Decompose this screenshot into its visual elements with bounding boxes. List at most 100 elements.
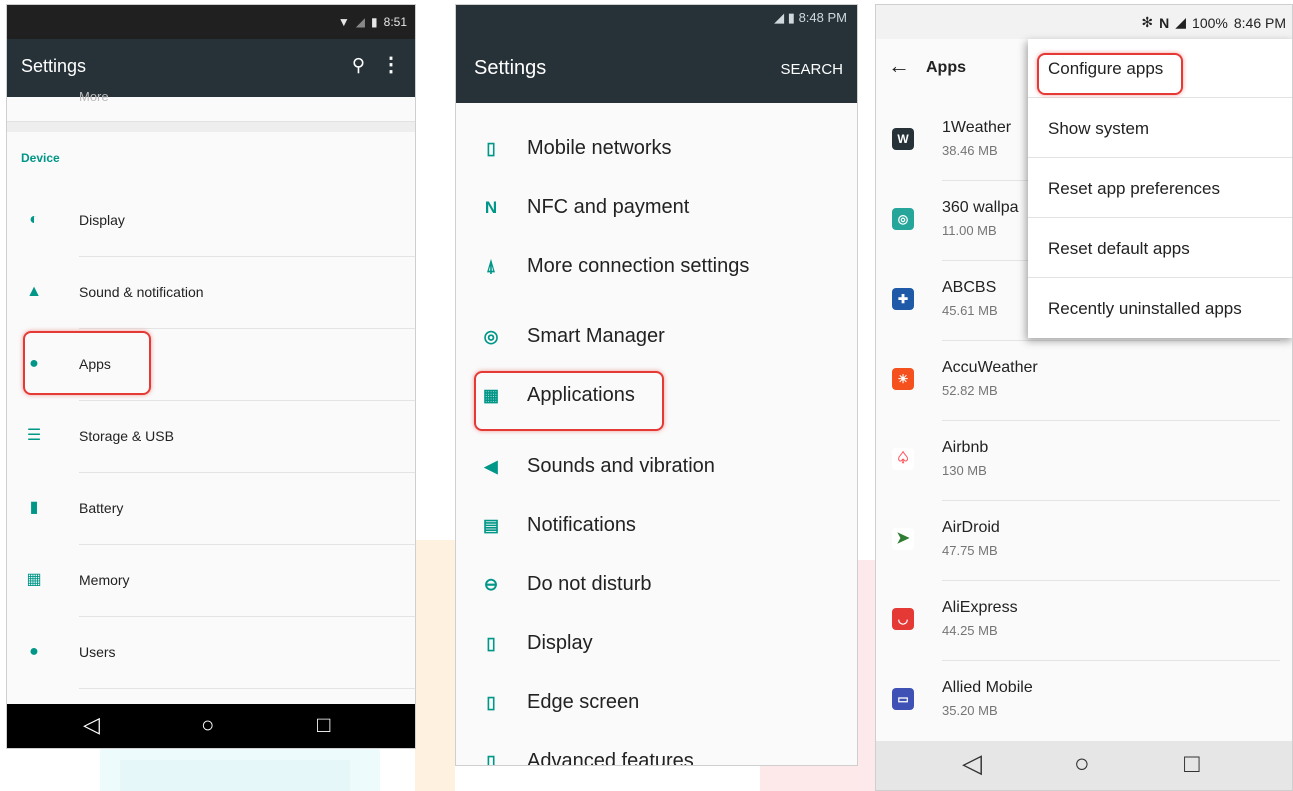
do-not-disturb-icon: ⊖ bbox=[483, 575, 499, 594]
app-list-item[interactable]: ♤ Airbnb 130 MB bbox=[876, 421, 1292, 501]
status-time: 8:46 PM bbox=[1233, 14, 1286, 31]
status-time: 8:48 PM bbox=[798, 10, 847, 25]
settings-item-label: Display bbox=[79, 212, 125, 228]
menu-item-show-system[interactable]: Show system bbox=[1028, 99, 1292, 158]
app-list-item[interactable]: ☀ AccuWeather 52.82 MB bbox=[876, 341, 1292, 421]
smart-manager-icon: ◎ bbox=[483, 327, 499, 346]
app-list-item[interactable]: ◡ AliExpress 44.25 MB bbox=[876, 581, 1292, 661]
app-list-item[interactable]: ▭ Allied Mobile 35.20 MB bbox=[876, 661, 1292, 741]
app-size: 47.75 MB bbox=[942, 543, 998, 558]
app-size: 52.82 MB bbox=[942, 383, 998, 398]
settings-item-label: Display bbox=[527, 632, 593, 654]
settings-item-display[interactable]: ▯ Display bbox=[456, 615, 857, 674]
signal-icon: ◢ bbox=[1175, 14, 1187, 30]
partial-list-item[interactable]: More bbox=[79, 89, 109, 104]
app-size: 45.61 MB bbox=[942, 303, 998, 318]
app-icon: ▭ bbox=[892, 688, 914, 710]
background-shape bbox=[415, 540, 455, 791]
settings-item-label: Apps bbox=[79, 356, 111, 372]
recents-nav-icon[interactable]: □ bbox=[1184, 750, 1200, 776]
phone-screenshot-2: ◢ ▮ 8:48 PM Settings SEARCH ▯ Mobile net… bbox=[455, 4, 858, 766]
display-icon: ▯ bbox=[486, 634, 496, 653]
menu-item-label: Reset app preferences bbox=[1048, 179, 1220, 198]
android-icon: ● bbox=[29, 355, 39, 372]
app-size: 130 MB bbox=[942, 463, 987, 478]
settings-item-label: Users bbox=[79, 644, 116, 660]
settings-item-users[interactable]: ● Users bbox=[7, 617, 415, 689]
menu-item-label: Show system bbox=[1048, 119, 1150, 138]
app-name: AccuWeather bbox=[942, 359, 1038, 376]
recents-nav-icon[interactable]: □ bbox=[317, 713, 330, 737]
apps-grid-icon: ▦ bbox=[482, 386, 500, 405]
settings-item-more-connection[interactable]: ⍋ More connection settings bbox=[456, 238, 857, 297]
menu-item-label: Reset default apps bbox=[1048, 239, 1190, 258]
back-nav-icon[interactable]: ◁ bbox=[962, 750, 982, 776]
toolbar: Settings ⚲ ⋮ bbox=[7, 39, 415, 97]
app-size: 11.00 MB bbox=[942, 223, 997, 238]
app-size: 35.20 MB bbox=[942, 703, 998, 718]
user-icon: ● bbox=[29, 643, 39, 660]
wifi-icon: ▼ bbox=[337, 15, 350, 29]
menu-divider bbox=[1028, 277, 1292, 278]
menu-item-recently-uninstalled[interactable]: Recently uninstalled apps bbox=[1028, 279, 1292, 338]
menu-item-reset-app-preferences[interactable]: Reset app preferences bbox=[1028, 159, 1292, 218]
settings-item-memory[interactable]: ▦ Memory bbox=[7, 545, 415, 617]
signal-icon: ◢ bbox=[355, 15, 366, 29]
display-icon: ◐ bbox=[29, 211, 39, 228]
back-arrow-icon[interactable]: ← bbox=[888, 53, 910, 79]
settings-item-nfc-payment[interactable]: N NFC and payment bbox=[456, 179, 857, 238]
settings-item-label: Battery bbox=[79, 500, 124, 516]
search-icon[interactable]: ⚲ bbox=[352, 55, 365, 76]
app-icon: W bbox=[892, 128, 914, 150]
settings-item-apps[interactable]: ● Apps bbox=[7, 329, 415, 401]
home-nav-icon[interactable]: ○ bbox=[1074, 750, 1090, 776]
memory-icon: ▦ bbox=[26, 571, 42, 588]
app-icon: ♤ bbox=[892, 448, 914, 470]
settings-item-display[interactable]: ◐ Display bbox=[7, 185, 415, 257]
page-title: Apps bbox=[926, 59, 966, 76]
settings-item-battery[interactable]: ▮ Battery bbox=[7, 473, 415, 545]
settings-item-storage-usb[interactable]: ☰ Storage & USB bbox=[7, 401, 415, 473]
app-name: ABCBS bbox=[942, 279, 997, 296]
search-button[interactable]: SEARCH bbox=[780, 61, 843, 78]
menu-item-label: Configure apps bbox=[1048, 59, 1164, 78]
menu-item-configure-apps[interactable]: Configure apps bbox=[1028, 39, 1292, 98]
settings-item-label: Memory bbox=[79, 572, 130, 588]
settings-item-label: Edge screen bbox=[527, 691, 640, 713]
settings-item-applications[interactable]: ▦ Applications bbox=[456, 367, 857, 426]
back-nav-icon[interactable]: ◁ bbox=[83, 713, 100, 737]
status-bar: ▼ ◢ ▮ 8:51 bbox=[7, 5, 415, 39]
settings-item-edge-screen[interactable]: ▯ Edge screen bbox=[456, 674, 857, 733]
battery-icon: ▮ bbox=[29, 499, 39, 516]
settings-item-label: Sounds and vibration bbox=[527, 455, 715, 477]
nfc-icon: N bbox=[484, 198, 498, 217]
app-size: 44.25 MB bbox=[942, 623, 998, 638]
page-title: Settings bbox=[21, 56, 87, 76]
app-list-item[interactable]: ➤ AirDroid 47.75 MB bbox=[876, 501, 1292, 581]
settings-item-smart-manager[interactable]: ◎ Smart Manager bbox=[456, 308, 857, 367]
settings-item-advanced-features[interactable]: ▯ Advanced features bbox=[456, 733, 857, 765]
settings-item-label: Smart Manager bbox=[527, 325, 665, 347]
phone-screenshot-3: ✻ N ◢ 100% 8:46 PM ← Apps W 1Weather 38.… bbox=[875, 4, 1293, 791]
settings-item-do-not-disturb[interactable]: ⊖ Do not disturb bbox=[456, 556, 857, 615]
app-name: 360 wallpa bbox=[942, 199, 1019, 216]
app-icon: ◡ bbox=[892, 608, 914, 630]
mobile-network-icon: ▯ bbox=[486, 139, 496, 158]
settings-item-mobile-networks[interactable]: ▯ Mobile networks bbox=[456, 120, 857, 179]
section-header-device: Device bbox=[21, 151, 60, 165]
menu-divider bbox=[1028, 157, 1292, 158]
settings-item-sound-notification[interactable]: ▲ Sound & notification bbox=[7, 257, 415, 329]
menu-item-reset-default-apps[interactable]: Reset default apps bbox=[1028, 219, 1292, 278]
settings-item-notifications[interactable]: ▤ Notifications bbox=[456, 497, 857, 556]
app-name: 1Weather bbox=[942, 119, 1012, 136]
settings-item-sounds-vibration[interactable]: ◀ Sounds and vibration bbox=[456, 438, 857, 497]
more-options-icon[interactable]: ⋮ bbox=[381, 52, 401, 77]
app-name: AliExpress bbox=[942, 599, 1018, 616]
app-icon: ✚ bbox=[892, 288, 914, 310]
bluetooth-icon: ✻ bbox=[1141, 14, 1154, 30]
status-bar: ◢ ▮ 8:48 PM bbox=[456, 5, 857, 31]
home-nav-icon[interactable]: ○ bbox=[201, 713, 214, 737]
status-bar: ✻ N ◢ 100% 8:46 PM bbox=[876, 5, 1292, 39]
settings-item-label: More connection settings bbox=[527, 255, 750, 277]
app-name: Airbnb bbox=[942, 439, 989, 456]
